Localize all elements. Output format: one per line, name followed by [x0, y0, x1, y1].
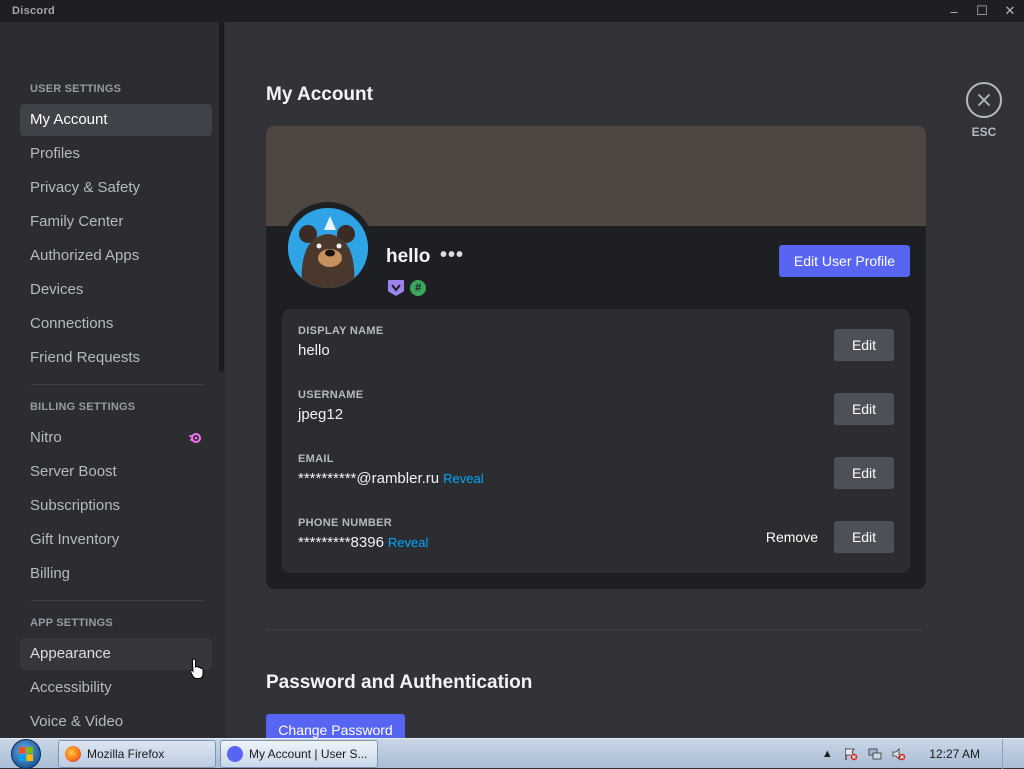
- minimize-button[interactable]: –: [940, 0, 968, 22]
- sidebar-item-voice-video[interactable]: Voice & Video: [20, 706, 212, 738]
- windows-logo-icon: [11, 739, 41, 769]
- sidebar-item-gift-inventory[interactable]: Gift Inventory: [20, 524, 212, 556]
- sidebar-item-authorized-apps[interactable]: Authorized Apps: [20, 240, 212, 272]
- sidebar-item-my-account[interactable]: My Account: [20, 104, 212, 136]
- sidebar-scrollbar[interactable]: [219, 22, 224, 372]
- account-fields: DISPLAY NAME hello Edit USERNAME jpeg12 …: [282, 309, 910, 573]
- action-center-flag-icon[interactable]: [843, 746, 859, 762]
- sidebar-item-family-center[interactable]: Family Center: [20, 206, 212, 238]
- sidebar-item-profiles[interactable]: Profiles: [20, 138, 212, 170]
- nitro-icon: [188, 431, 202, 445]
- section-divider: [266, 629, 922, 630]
- edit-user-profile-button[interactable]: Edit User Profile: [779, 245, 910, 277]
- sidebar-item-privacy-safety[interactable]: Privacy & Safety: [20, 172, 212, 204]
- taskbar-item-label: My Account | User S...: [249, 747, 368, 761]
- hash-badge-icon[interactable]: #: [410, 280, 426, 296]
- settings-sidebar: USER SETTINGS My Account Profiles Privac…: [0, 22, 226, 738]
- nav-header-app-settings: APP SETTINGS: [30, 617, 113, 629]
- remove-phone-button[interactable]: Remove: [766, 521, 818, 553]
- system-tray: ▲ 12:27 AM: [819, 739, 1024, 769]
- nav-divider: [30, 384, 204, 385]
- reveal-phone-link[interactable]: Reveal: [388, 535, 428, 550]
- edit-phone-button[interactable]: Edit: [834, 521, 894, 553]
- phone-field: PHONE NUMBER *********8396 Reveal Remove …: [298, 517, 894, 565]
- profile-badges: #: [388, 280, 426, 296]
- app-title: Discord: [12, 5, 56, 17]
- edit-email-button[interactable]: Edit: [834, 457, 894, 489]
- nav-header-user-settings: USER SETTINGS: [30, 83, 122, 95]
- field-value: jpeg12: [298, 406, 344, 423]
- change-password-button[interactable]: Change Password: [266, 714, 405, 738]
- hand-cursor-icon: [190, 658, 204, 680]
- sidebar-item-subscriptions[interactable]: Subscriptions: [20, 490, 212, 522]
- close-settings[interactable]: ESC: [966, 82, 1002, 139]
- taskbar-item-discord[interactable]: My Account | User S...: [220, 740, 378, 768]
- nav-divider: [30, 600, 204, 601]
- sidebar-item-nitro[interactable]: Nitro: [20, 422, 212, 454]
- network-icon[interactable]: [867, 746, 883, 762]
- account-profile-card: hello ••• # Edit User Profile DISPLAY NA…: [266, 126, 926, 589]
- taskbar-item-firefox[interactable]: Mozilla Firefox: [58, 740, 216, 768]
- avatar[interactable]: [282, 202, 374, 294]
- maximize-button[interactable]: ☐: [968, 0, 996, 22]
- profile-banner: [266, 126, 926, 226]
- sidebar-item-devices[interactable]: Devices: [20, 274, 212, 306]
- taskbar-clock[interactable]: 12:27 AM: [929, 747, 980, 761]
- page-title: My Account: [266, 84, 373, 105]
- edit-username-button[interactable]: Edit: [834, 393, 894, 425]
- nitro-badge-icon[interactable]: [388, 280, 404, 296]
- show-desktop-button[interactable]: [1002, 739, 1014, 769]
- field-label: EMAIL: [298, 453, 334, 465]
- sidebar-item-label: Nitro: [30, 429, 62, 446]
- title-bar: Discord – ☐ ✕: [0, 0, 1024, 22]
- email-value: **********@rambler.ru: [298, 470, 440, 487]
- sidebar-item-server-boost[interactable]: Server Boost: [20, 456, 212, 488]
- show-hidden-icons-icon[interactable]: ▲: [819, 746, 835, 762]
- settings-content: My Account ESC hello ••• # Edit User Pro…: [226, 22, 1024, 738]
- field-label: USERNAME: [298, 389, 364, 401]
- field-label: DISPLAY NAME: [298, 325, 384, 337]
- start-button[interactable]: [6, 739, 46, 769]
- bear-avatar-icon: [288, 208, 368, 288]
- profile-username: hello: [386, 246, 431, 267]
- discord-icon: [227, 746, 243, 762]
- reveal-email-link[interactable]: Reveal: [443, 471, 483, 486]
- more-options-icon[interactable]: •••: [440, 244, 464, 267]
- sidebar-item-appearance[interactable]: Appearance: [20, 638, 212, 670]
- field-value: **********@rambler.ru Reveal: [298, 470, 894, 487]
- password-section-title: Password and Authentication: [266, 672, 533, 693]
- close-window-button[interactable]: ✕: [996, 0, 1024, 22]
- field-value: hello: [298, 342, 330, 359]
- close-icon[interactable]: [966, 82, 1002, 118]
- settings-nav: USER SETTINGS My Account Profiles Privac…: [20, 80, 212, 738]
- display-name-field: DISPLAY NAME hello Edit: [298, 325, 894, 373]
- sidebar-item-friend-requests[interactable]: Friend Requests: [20, 342, 212, 374]
- sidebar-item-accessibility[interactable]: Accessibility: [20, 672, 212, 704]
- taskbar: Mozilla Firefox My Account | User S... ▲…: [0, 738, 1024, 769]
- sidebar-item-connections[interactable]: Connections: [20, 308, 212, 340]
- volume-muted-icon[interactable]: [891, 746, 907, 762]
- nav-header-billing-settings: BILLING SETTINGS: [30, 401, 136, 413]
- esc-label: ESC: [971, 125, 997, 139]
- firefox-icon: [65, 746, 81, 762]
- phone-value: *********8396: [298, 534, 384, 551]
- email-field: EMAIL **********@rambler.ru Reveal Edit: [298, 453, 894, 501]
- window-controls: – ☐ ✕: [940, 0, 1024, 22]
- sidebar-item-billing[interactable]: Billing: [20, 558, 212, 590]
- taskbar-item-label: Mozilla Firefox: [87, 747, 165, 761]
- username-field: USERNAME jpeg12 Edit: [298, 389, 894, 437]
- edit-display-name-button[interactable]: Edit: [834, 329, 894, 361]
